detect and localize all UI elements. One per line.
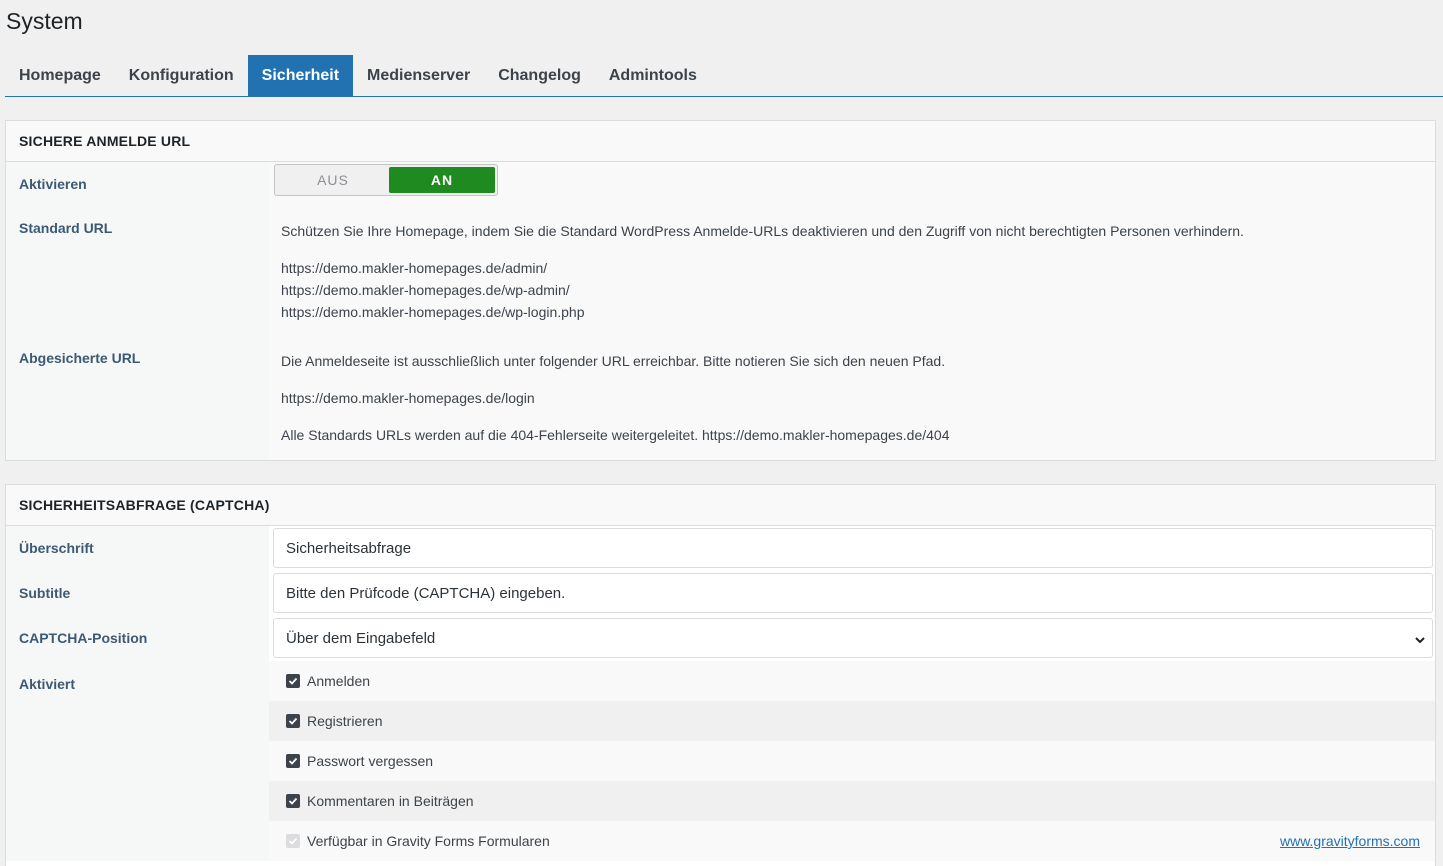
tab-bar: Homepage Konfiguration Sicherheit Medien… (5, 55, 1443, 97)
tab-sicherheit[interactable]: Sicherheit (247, 55, 354, 96)
standard-url-description: Schützen Sie Ihre Homepage, indem Sie di… (281, 223, 1244, 239)
checkmark-icon (288, 797, 298, 805)
subtitle-row: Subtitle Bitte den Prüfcode (CAPTCHA) ei… (6, 571, 1435, 616)
checkbox-checked[interactable] (286, 714, 300, 728)
checkbox-row[interactable]: Kommentaren in Beiträgen (269, 781, 1435, 821)
checkbox-label[interactable]: Registrieren (307, 713, 382, 729)
heading-value: Sicherheitsabfrage (269, 526, 1435, 571)
position-label: CAPTCHA-Position (6, 616, 269, 661)
heading-input[interactable]: Sicherheitsabfrage (273, 528, 1433, 568)
tab-changelog[interactable]: Changelog (484, 55, 595, 96)
checkbox-label: Verfügbar in Gravity Forms Formularen (307, 833, 550, 849)
section-header: SICHERHEITSABFRAGE (CAPTCHA) (6, 485, 1435, 526)
position-row: CAPTCHA-Position Über dem Eingabefeld (6, 616, 1435, 661)
checkbox-row[interactable]: Passwort vergessen (269, 741, 1435, 781)
standard-url-item: https://demo.makler-homepages.de/admin/ (281, 260, 548, 276)
checkbox-checked[interactable] (286, 674, 300, 688)
checkbox-row[interactable]: Registrieren (269, 701, 1435, 741)
captcha-section: SICHERHEITSABFRAGE (CAPTCHA) Überschrift… (5, 484, 1436, 866)
activate-value: AUS AN (269, 162, 1435, 206)
subtitle-input[interactable]: Bitte den Prüfcode (CAPTCHA) eingeben. (273, 573, 1433, 613)
tab-homepage[interactable]: Homepage (5, 55, 115, 96)
section-header: SICHERE ANMELDE URL (6, 121, 1435, 162)
checkbox-row[interactable]: Anmelden (269, 661, 1435, 701)
subtitle-value: Bitte den Prüfcode (CAPTCHA) eingeben. (269, 571, 1435, 616)
checkmark-icon (288, 757, 298, 765)
secured-url-label: Abgesicherte URL (6, 336, 269, 460)
standard-url-value: Schützen Sie Ihre Homepage, indem Sie di… (269, 206, 1435, 336)
select-value: Über dem Eingabefeld (286, 630, 436, 647)
standard-url-row: Standard URL Schützen Sie Ihre Homepage,… (6, 206, 1435, 336)
chevron-down-icon (1414, 619, 1426, 659)
page-title: System (6, 8, 83, 34)
secure-login-section: SICHERE ANMELDE URL Aktivieren AUS AN St… (5, 120, 1436, 461)
secured-url: https://demo.makler-homepages.de/login (281, 390, 535, 406)
heading-label: Überschrift (6, 526, 269, 571)
standard-url-item: https://demo.makler-homepages.de/wp-admi… (281, 282, 570, 298)
checkmark-icon (288, 717, 298, 725)
checkbox-disabled (286, 834, 300, 848)
checkbox-label[interactable]: Passwort vergessen (307, 753, 433, 769)
secured-url-row: Abgesicherte URL Die Anmeldeseite ist au… (6, 336, 1435, 460)
redirect-note: Alle Standards URLs werden auf die 404-F… (281, 427, 950, 443)
heading-row: Überschrift Sicherheitsabfrage (6, 526, 1435, 571)
checkbox-label[interactable]: Kommentaren in Beiträgen (307, 793, 474, 809)
checkmark-icon (288, 837, 298, 845)
tab-medienserver[interactable]: Medienserver (353, 55, 484, 96)
activate-label: Aktivieren (6, 162, 269, 206)
secured-url-description: Die Anmeldeseite ist ausschließlich unte… (281, 353, 946, 369)
checkbox-checked[interactable] (286, 754, 300, 768)
checkbox-row: Verfügbar in Gravity Forms Formularen ww… (269, 821, 1435, 861)
activate-toggle[interactable]: AUS AN (274, 164, 498, 196)
activate-row: Aktivieren AUS AN (6, 162, 1435, 206)
enabled-value: Anmelden Registrieren Passwort vergessen… (269, 661, 1435, 861)
captcha-position-select[interactable]: Über dem Eingabefeld (273, 618, 1433, 658)
gravity-forms-link[interactable]: www.gravityforms.com (1280, 833, 1420, 849)
toggle-on-option[interactable]: AN (389, 167, 495, 193)
standard-url-label: Standard URL (6, 206, 269, 336)
enabled-row: Aktiviert Anmelden Registrieren Passwort… (6, 661, 1435, 861)
enabled-label: Aktiviert (6, 661, 269, 861)
checkmark-icon (288, 677, 298, 685)
tab-admintools[interactable]: Admintools (595, 55, 711, 96)
standard-url-item: https://demo.makler-homepages.de/wp-logi… (281, 304, 585, 320)
checkbox-label[interactable]: Anmelden (307, 673, 370, 689)
tab-konfiguration[interactable]: Konfiguration (115, 55, 248, 96)
position-value: Über dem Eingabefeld (269, 616, 1435, 661)
toggle-off-option[interactable]: AUS (277, 167, 389, 193)
subtitle-label: Subtitle (6, 571, 269, 616)
secured-url-value: Die Anmeldeseite ist ausschließlich unte… (269, 336, 1435, 460)
checkbox-checked[interactable] (286, 794, 300, 808)
